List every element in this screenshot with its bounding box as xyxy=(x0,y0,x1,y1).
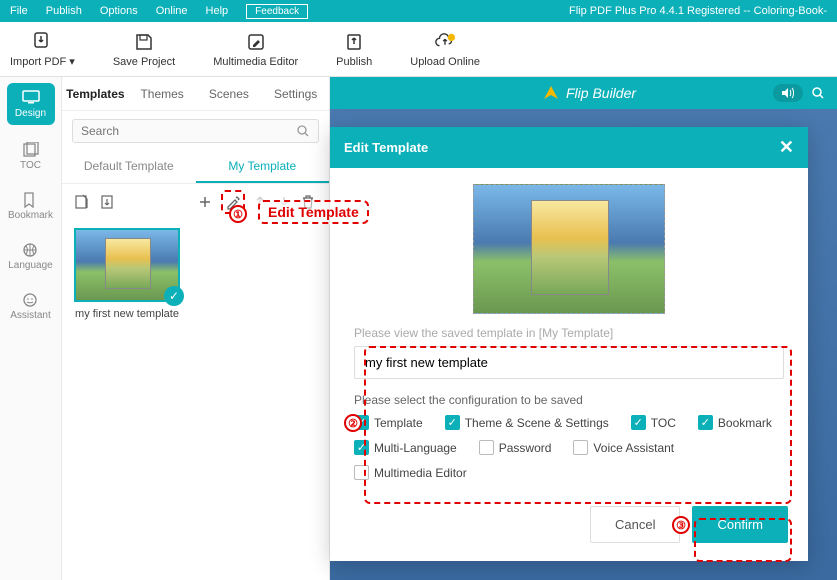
sidebar-item-language[interactable]: Language xyxy=(0,231,61,281)
toolbar: Import PDF ▾ Save Project Multimedia Edi… xyxy=(0,22,837,77)
import-pdf-button[interactable]: Import PDF ▾ xyxy=(10,30,75,68)
upload-online-button[interactable]: Upload Online xyxy=(410,31,480,68)
menu-online[interactable]: Online xyxy=(156,5,188,17)
bookmark-icon xyxy=(22,192,40,208)
feedback-button[interactable]: Feedback xyxy=(246,4,308,19)
brand-text: Flip Builder xyxy=(566,85,636,101)
menu-publish[interactable]: Publish xyxy=(46,5,82,17)
import-template-icon[interactable] xyxy=(74,194,90,210)
export-template-icon[interactable] xyxy=(100,194,116,210)
preview-header: Flip Builder xyxy=(330,77,837,109)
assistant-label: Assistant xyxy=(10,310,51,321)
language-label: Language xyxy=(8,260,53,271)
publish-label: Publish xyxy=(336,56,372,68)
design-panel: Templates Themes Scenes Settings Default… xyxy=(62,77,330,580)
design-icon xyxy=(22,90,40,106)
tab-themes[interactable]: Themes xyxy=(129,79,196,109)
panel-tabs: Templates Themes Scenes Settings xyxy=(62,77,329,111)
annotation-3: ③ xyxy=(672,516,690,534)
import-icon xyxy=(31,30,53,52)
modal-title: Edit Template xyxy=(344,140,428,155)
annotation-2: ② xyxy=(344,414,362,432)
search-box[interactable] xyxy=(72,119,319,143)
multimedia-editor-button[interactable]: Multimedia Editor xyxy=(213,31,298,68)
template-subtabs: Default Template My Template xyxy=(62,151,329,184)
sidebar-item-bookmark[interactable]: Bookmark xyxy=(0,181,61,231)
import-label: Import PDF ▾ xyxy=(10,55,75,68)
publish-button[interactable]: Publish xyxy=(336,31,372,68)
left-sidebar: Design TOC Bookmark Language Assistant xyxy=(0,77,62,580)
menu-file[interactable]: File xyxy=(10,5,28,17)
modal-header: Edit Template ✕ xyxy=(330,127,808,168)
toc-icon xyxy=(22,142,40,158)
search-icon xyxy=(296,124,310,138)
upload-icon xyxy=(434,31,456,53)
search-input[interactable] xyxy=(81,124,296,138)
sound-icon[interactable] xyxy=(773,84,803,102)
annotation-3-box xyxy=(694,518,792,562)
add-template-icon[interactable] xyxy=(197,194,213,210)
template-thumbnail[interactable]: ✓ xyxy=(74,228,180,302)
toc-label: TOC xyxy=(20,160,41,171)
multimedia-label: Multimedia Editor xyxy=(213,56,298,68)
subtab-default[interactable]: Default Template xyxy=(62,151,196,183)
assistant-icon xyxy=(22,292,40,308)
annotation-1-label: Edit Template xyxy=(258,200,369,224)
design-label: Design xyxy=(15,108,46,119)
publish-icon xyxy=(343,31,365,53)
annotation-1: ① xyxy=(229,205,247,223)
menu-options[interactable]: Options xyxy=(100,5,138,17)
tab-settings[interactable]: Settings xyxy=(262,79,329,109)
selected-check-icon: ✓ xyxy=(164,286,184,306)
search-preview-icon[interactable] xyxy=(811,86,825,100)
tab-scenes[interactable]: Scenes xyxy=(196,79,263,109)
menu-help[interactable]: Help xyxy=(206,5,229,17)
tab-templates[interactable]: Templates xyxy=(62,79,129,109)
annotation-2-box xyxy=(364,346,792,504)
save-label: Save Project xyxy=(113,56,175,68)
cancel-button[interactable]: Cancel xyxy=(590,506,680,543)
upload-label: Upload Online xyxy=(410,56,480,68)
sidebar-item-design[interactable]: Design xyxy=(7,83,55,125)
thumbnail-label: my first new template xyxy=(74,308,180,320)
window-title: Flip PDF Plus Pro 4.4.1 Registered -- Co… xyxy=(569,5,827,17)
modal-hint: Please view the saved template in [My Te… xyxy=(354,326,784,340)
brand-logo: Flip Builder xyxy=(542,84,636,102)
modal-thumbnail xyxy=(473,184,665,314)
subtab-mytemplate[interactable]: My Template xyxy=(196,151,330,183)
edit-icon xyxy=(245,31,267,53)
sidebar-item-assistant[interactable]: Assistant xyxy=(0,281,61,331)
sidebar-item-toc[interactable]: TOC xyxy=(0,131,61,181)
language-icon xyxy=(22,242,40,258)
menubar: File Publish Options Online Help Feedbac… xyxy=(0,0,837,22)
save-project-button[interactable]: Save Project xyxy=(113,31,175,68)
close-icon[interactable]: ✕ xyxy=(779,137,794,158)
thumbnail-image xyxy=(76,230,178,300)
bookmark-label: Bookmark xyxy=(8,210,53,221)
save-icon xyxy=(133,31,155,53)
